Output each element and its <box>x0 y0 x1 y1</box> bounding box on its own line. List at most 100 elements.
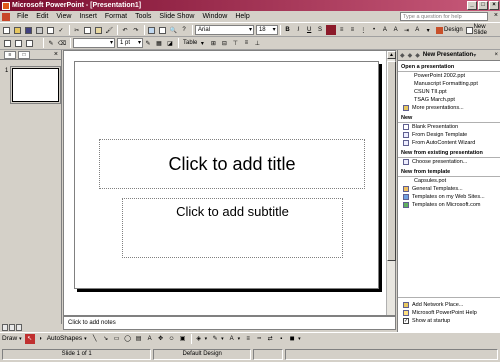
menu-format[interactable]: Format <box>101 13 131 20</box>
font-color-dropdown-icon[interactable]: ▾ <box>238 336 241 342</box>
copy-icon[interactable] <box>83 25 93 35</box>
general-templates-link[interactable]: General Templates... <box>398 185 500 193</box>
shadow-style-icon[interactable]: ▪ <box>276 334 286 344</box>
table-menu-button[interactable]: Table <box>183 40 197 46</box>
table-dropdown-icon[interactable]: ▾ <box>197 38 207 48</box>
minimize-icon[interactable]: _ <box>467 1 477 10</box>
arrow-style-icon[interactable]: ⇄ <box>265 334 275 344</box>
bold-icon[interactable]: B <box>283 25 293 35</box>
fill-color-icon[interactable]: ◈ <box>194 334 204 344</box>
align-right-icon[interactable]: ≡ <box>347 25 357 35</box>
document-icon[interactable] <box>2 12 10 21</box>
paste-icon[interactable] <box>94 25 104 35</box>
format-painter-icon[interactable]: 🖌 <box>104 25 114 35</box>
picture-icon[interactable]: ▣ <box>178 334 188 344</box>
close-pane-icon[interactable]: × <box>54 51 58 58</box>
cut-icon[interactable]: ✂ <box>72 25 82 35</box>
save-icon[interactable] <box>24 25 34 35</box>
wordart-icon[interactable]: A <box>145 334 155 344</box>
split-cells-icon[interactable]: ⊟ <box>219 38 229 48</box>
merge-cells-icon[interactable]: ⊞ <box>208 38 218 48</box>
italic-icon[interactable]: I <box>293 25 303 35</box>
toolbar-options-icon[interactable]: ▾ <box>298 336 301 342</box>
tab-slides[interactable]: □ <box>18 50 30 59</box>
add-network-place-link[interactable]: Add Network Place... <box>398 301 500 309</box>
title-placeholder[interactable]: Click to add title <box>99 139 365 189</box>
shadow-icon[interactable]: S <box>315 25 325 35</box>
3d-style-icon[interactable]: ◼ <box>287 334 297 344</box>
new-slide-button[interactable]: New Slide <box>465 24 500 36</box>
choose-presentation-link[interactable]: Choose presentation... <box>398 158 500 166</box>
menu-tools[interactable]: Tools <box>131 13 155 20</box>
chart-icon[interactable] <box>147 25 157 35</box>
border-color-icon[interactable]: ✎ <box>143 38 153 48</box>
recent-file[interactable]: TSAG March.ppt <box>398 96 500 104</box>
powerpoint-help-link[interactable]: Microsoft PowerPoint Help <box>398 309 500 317</box>
align-middle-icon[interactable]: ≡ <box>241 38 251 48</box>
numbering-icon[interactable]: ⋮ <box>358 25 368 35</box>
autoshapes-dropdown-icon[interactable]: ▾ <box>84 336 87 342</box>
checkbox-checked-icon[interactable]: ✓ <box>403 318 409 324</box>
slide-show-view-icon[interactable] <box>16 324 22 331</box>
new-icon[interactable] <box>2 25 12 35</box>
bullets-icon[interactable]: • <box>369 25 379 35</box>
pen-icon[interactable]: ✎ <box>46 38 56 48</box>
autocontent-wizard-link[interactable]: From AutoContent Wizard <box>398 139 500 147</box>
undo-icon[interactable]: ↶ <box>120 25 130 35</box>
line-color-icon[interactable]: ✎ <box>210 334 220 344</box>
slide-editing-area[interactable]: Click to add title Click to add subtitle… <box>63 50 396 316</box>
scroll-up-icon[interactable]: ▲ <box>387 51 396 59</box>
increase-font-icon[interactable]: A <box>380 25 390 35</box>
fill-color-icon[interactable]: ◪ <box>165 38 175 48</box>
dash-style-icon[interactable]: ┅ <box>254 334 264 344</box>
blank-presentation-link[interactable]: Blank Presentation <box>398 123 500 131</box>
align-left-icon[interactable] <box>325 25 336 35</box>
dropdown-icon[interactable]: ▾ <box>423 25 433 35</box>
powerpoint-app-icon[interactable] <box>2 1 10 10</box>
underline-icon[interactable]: U <box>304 25 314 35</box>
task-pane-title[interactable]: New Presentation <box>423 52 473 58</box>
diagram-icon[interactable]: ✥ <box>156 334 166 344</box>
home-icon[interactable]: ◆ <box>415 52 420 59</box>
menu-help[interactable]: Help <box>231 13 253 20</box>
normal-view-icon[interactable] <box>2 324 8 331</box>
font-color-icon[interactable]: A <box>227 334 237 344</box>
recent-template[interactable]: Capsules.pot <box>398 177 500 185</box>
center-icon[interactable]: ≡ <box>337 25 347 35</box>
autoshapes-menu-button[interactable]: AutoShapes <box>47 335 82 342</box>
line-weight-select[interactable]: 1 pt <box>117 38 143 48</box>
design-button[interactable]: Design <box>435 26 463 34</box>
print-icon[interactable] <box>34 25 44 35</box>
font-size-select[interactable]: 18 <box>255 25 278 35</box>
arrow-icon[interactable]: ↘ <box>101 334 111 344</box>
line-style-select[interactable] <box>73 38 115 48</box>
table-icon[interactable] <box>158 25 168 35</box>
menu-file[interactable]: File <box>13 13 32 20</box>
rectangle-icon[interactable]: ▭ <box>112 334 122 344</box>
menu-slide-show[interactable]: Slide Show <box>155 13 198 20</box>
draw-menu-button[interactable]: Draw <box>2 335 17 342</box>
zoom-icon[interactable]: 🔍 <box>168 25 178 35</box>
recent-file[interactable]: PowerPoint 2002.ppt <box>398 72 500 80</box>
subtitle-placeholder[interactable]: Click to add subtitle <box>122 198 343 258</box>
align-top-icon[interactable]: ⊤ <box>230 38 240 48</box>
slide-sorter-view-icon[interactable] <box>9 324 15 331</box>
back-icon[interactable]: ◆ <box>400 52 405 59</box>
web-templates-link[interactable]: Templates on my Web Sites... <box>398 193 500 201</box>
forward-icon[interactable]: ◆ <box>408 52 413 59</box>
textbox-icon[interactable]: ▤ <box>134 334 144 344</box>
line-icon[interactable]: ╲ <box>90 334 100 344</box>
menu-edit[interactable]: Edit <box>32 13 52 20</box>
oval-icon[interactable]: ◯ <box>123 334 133 344</box>
demote-icon[interactable]: ⇥ <box>402 25 412 35</box>
clipart-icon[interactable]: ☺ <box>167 334 177 344</box>
vertical-scrollbar[interactable]: ▲ <box>386 51 396 315</box>
maximize-icon[interactable]: □ <box>478 1 488 10</box>
scroll-thumb[interactable] <box>387 61 396 261</box>
spelling-icon[interactable]: ✓ <box>56 25 66 35</box>
close-document-icon[interactable]: × <box>494 12 498 19</box>
fill-dropdown-icon[interactable]: ▾ <box>205 336 208 342</box>
microsoft-templates-link[interactable]: Templates on Microsoft.com <box>398 201 500 209</box>
help-icon[interactable]: ? <box>179 25 189 35</box>
menu-window[interactable]: Window <box>198 13 231 20</box>
